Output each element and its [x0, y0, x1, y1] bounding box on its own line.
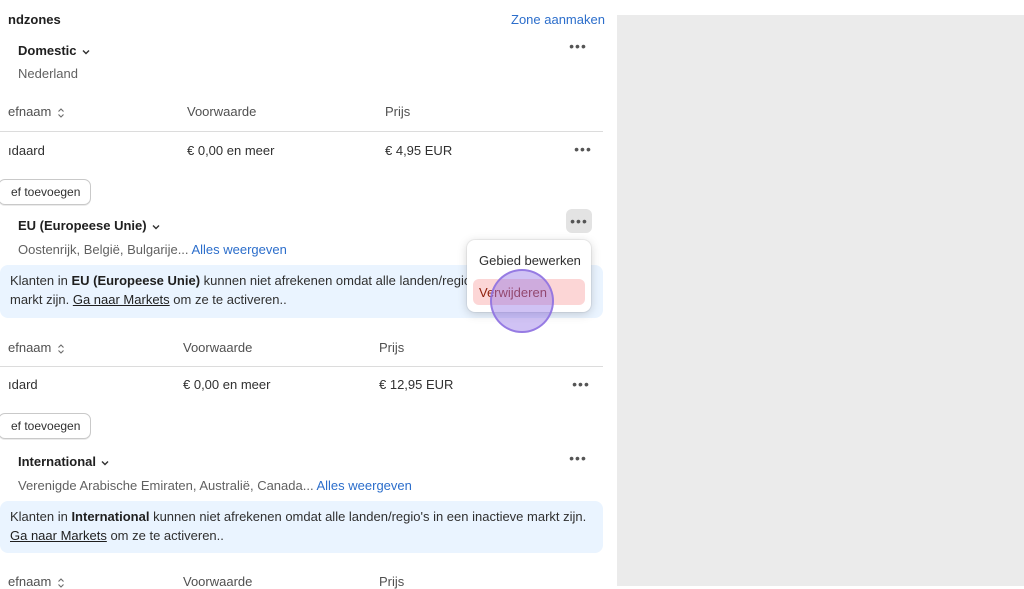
column-condition: Voorwaarde: [183, 340, 253, 355]
column-condition: Voorwaarde: [183, 574, 253, 589]
add-rate-button[interactable]: ef toevoegen: [0, 179, 92, 205]
column-price: Prijs: [379, 340, 405, 355]
rate-condition: € 0,00 en meer: [187, 143, 275, 158]
inactive-market-banner: Klanten in International kunnen niet afr…: [0, 501, 603, 553]
chevron-down-icon: [152, 224, 160, 230]
sort-icon: [58, 577, 65, 588]
chevron-down-icon: [101, 460, 109, 466]
more-horizontal-icon[interactable]: •••: [565, 34, 591, 58]
rate-name: ıdard: [8, 377, 38, 392]
rate-price: € 4,95 EUR: [385, 143, 453, 158]
column-rate-name[interactable]: efnaam: [8, 574, 66, 589]
table-divider: [0, 366, 603, 367]
zone-countries: Verenigde Arabische Emiraten, Australië,…: [18, 478, 412, 493]
rate-price: € 12,95 EUR: [379, 377, 454, 392]
zone-name-international[interactable]: International: [18, 454, 110, 469]
column-rate-name[interactable]: efnaam: [8, 104, 66, 119]
show-all-link[interactable]: Alles weergeven: [191, 242, 286, 257]
column-price: Prijs: [385, 104, 411, 119]
click-indicator: [490, 269, 554, 333]
more-horizontal-icon[interactable]: •••: [570, 137, 596, 161]
go-to-markets-link[interactable]: Ga naar Markets: [73, 292, 170, 307]
sort-icon: [58, 343, 65, 354]
table-divider: [0, 131, 603, 132]
zone-name-domestic[interactable]: Domestic: [18, 43, 91, 58]
add-rate-button[interactable]: ef toevoegen: [0, 413, 92, 439]
show-all-link[interactable]: Alles weergeven: [316, 478, 411, 493]
section-title: ndzones: [8, 12, 61, 27]
right-empty-panel: [617, 15, 1024, 586]
column-condition: Voorwaarde: [187, 104, 257, 119]
zone-name-eu[interactable]: EU (Europeese Unie): [18, 218, 161, 233]
more-horizontal-icon[interactable]: •••: [568, 372, 594, 396]
create-zone-link[interactable]: Zone aanmaken: [511, 12, 605, 27]
zone-countries: Oostenrijk, België, Bulgarije... Alles w…: [18, 242, 287, 257]
column-rate-name[interactable]: efnaam: [8, 340, 66, 355]
column-price: Prijs: [379, 574, 405, 589]
rate-condition: € 0,00 en meer: [183, 377, 271, 392]
more-horizontal-icon[interactable]: •••: [565, 446, 591, 470]
zone-countries: Nederland: [18, 66, 78, 81]
rate-name: ıdaard: [8, 143, 45, 158]
sort-icon: [58, 107, 65, 118]
go-to-markets-link[interactable]: Ga naar Markets: [10, 528, 107, 543]
chevron-down-icon: [82, 49, 90, 55]
more-horizontal-icon[interactable]: •••: [566, 209, 592, 233]
